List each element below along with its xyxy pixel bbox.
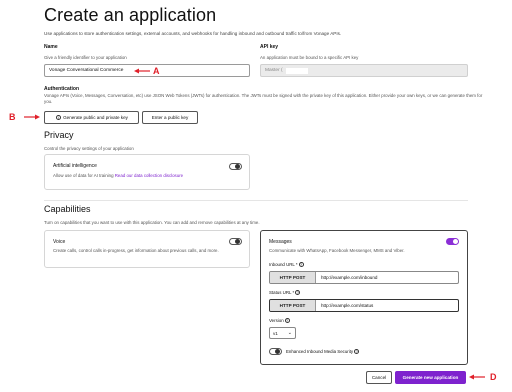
messages-card-title: Messages (269, 239, 292, 245)
version-value: v1 (273, 330, 278, 336)
voice-card: Voice Create calls, control calls in-pro… (44, 230, 250, 268)
generate-keys-button[interactable]: i Generate public and private key (44, 111, 139, 124)
enter-public-key-button[interactable]: Enter a public key (142, 111, 198, 124)
voice-toggle[interactable] (229, 238, 242, 245)
version-select[interactable]: v1 ⌄ (269, 327, 296, 339)
media-security-toggle[interactable] (269, 348, 282, 355)
help-icon: ? (284, 318, 290, 324)
help-icon: ? (298, 262, 304, 268)
capabilities-subtitle: Turn on capabilities that you want to us… (44, 220, 260, 225)
data-disclosure-link[interactable]: Read our data collection disclosure (115, 173, 183, 178)
ai-card-text: Allow use of data for AI training Read o… (53, 173, 183, 179)
inbound-url-label: Inbound URL *? (269, 262, 304, 268)
privacy-heading: Privacy (44, 130, 74, 140)
version-label: Version? (269, 318, 290, 324)
privacy-subtitle: Control the privacy settings of your app… (44, 146, 134, 151)
toggle-knob (452, 239, 458, 244)
voice-card-title: Voice (53, 239, 66, 245)
status-url-label-text: Status URL * (269, 290, 295, 295)
generate-keys-label: Generate public and private key (63, 115, 128, 120)
status-url-input[interactable]: http://example.com/status (316, 300, 458, 311)
messages-toggle[interactable] (446, 238, 459, 245)
enter-public-key-label: Enter a public key (151, 115, 189, 120)
toggle-knob (235, 164, 240, 169)
inbound-url-input[interactable]: http://example.com/inbound (316, 272, 458, 283)
info-icon: i (56, 115, 62, 120)
inbound-url-field: HTTP POST http://example.com/inbound (269, 271, 459, 284)
status-url-field: HTTP POST http://example.com/status (269, 299, 459, 312)
messages-card: Messages Communicate with WhatsApp, Face… (260, 230, 468, 365)
help-icon: ? (354, 349, 360, 355)
generate-application-button[interactable]: Generate new application (395, 371, 466, 384)
marker-b: B (9, 112, 16, 122)
ai-card-text-main: Allow use of data for AI training (53, 173, 114, 178)
help-icon: ? (295, 290, 301, 296)
status-method[interactable]: HTTP POST (270, 300, 316, 311)
cancel-label: Cancel (371, 375, 387, 380)
messages-card-text: Communicate with WhatsApp, Facebook Mess… (269, 248, 405, 253)
toggle-knob (235, 239, 240, 244)
media-security-label: Enhanced Inbound Media Security? (286, 349, 360, 355)
inbound-method[interactable]: HTTP POST (270, 272, 316, 283)
inbound-url-label-text: Inbound URL * (269, 262, 298, 267)
status-url-label: Status URL *? (269, 290, 301, 296)
voice-card-text: Create calls, control calls in-progress,… (53, 248, 219, 253)
cancel-button[interactable]: Cancel (366, 371, 392, 384)
auth-label: Authentication (44, 86, 79, 92)
toggle-knob (275, 349, 280, 354)
section-divider (44, 200, 468, 201)
chevron-down-icon: ⌄ (287, 330, 292, 336)
generate-application-label: Generate new application (402, 375, 459, 380)
auth-description: Vonage APIs (Voice, Messages, Conversati… (44, 93, 483, 104)
marker-a: A (153, 66, 160, 76)
ai-card: Artificial intelligence Allow use of dat… (44, 154, 250, 190)
media-security-label-text: Enhanced Inbound Media Security (286, 349, 354, 354)
capabilities-heading: Capabilities (44, 204, 91, 214)
version-label-text: Version (269, 318, 284, 323)
ai-toggle[interactable] (229, 163, 242, 170)
marker-d: D (490, 372, 497, 382)
ai-card-title: Artificial intelligence (53, 163, 97, 169)
